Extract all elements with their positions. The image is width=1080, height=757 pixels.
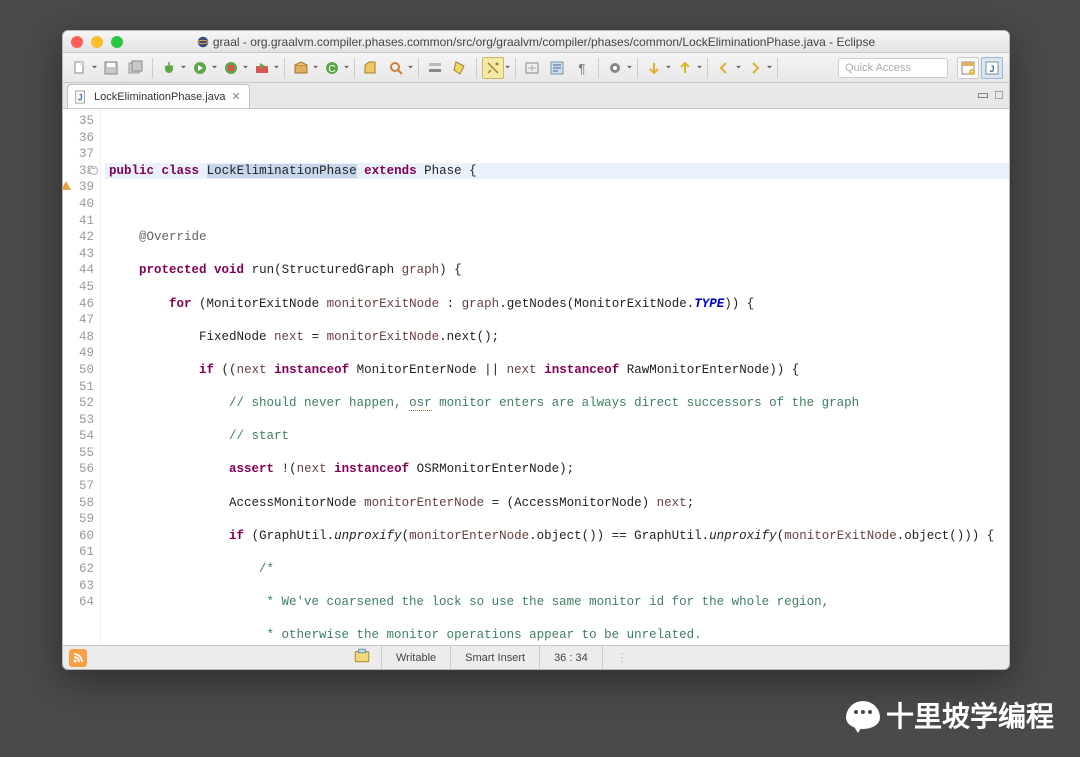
save-button[interactable] bbox=[100, 57, 122, 79]
save-all-button[interactable] bbox=[125, 57, 147, 79]
editor-tab[interactable]: J LockEliminationPhase.java ✕ bbox=[67, 84, 250, 108]
status-bar: Writable Smart Insert 36 : 34 ⋮ bbox=[63, 645, 1009, 669]
run-button[interactable] bbox=[189, 57, 211, 79]
maximize-view-icon[interactable]: □ bbox=[995, 87, 1003, 103]
fold-toggle[interactable]: − bbox=[89, 166, 98, 175]
new-package-button[interactable] bbox=[290, 57, 312, 79]
warning-icon[interactable] bbox=[63, 181, 71, 190]
back-button[interactable] bbox=[713, 57, 735, 79]
main-toolbar: C ¶ Quick Access + J bbox=[63, 53, 1009, 83]
svg-text:+: + bbox=[970, 70, 974, 76]
java-perspective-button[interactable]: J bbox=[981, 57, 1003, 79]
line-number-gutter: 35 36 37 38− 39 40 41 42 43 44 45 46 47 … bbox=[63, 109, 101, 645]
traffic-lights bbox=[71, 36, 123, 48]
minimize-view-icon[interactable]: ▭ bbox=[977, 87, 989, 103]
block-selection-button[interactable] bbox=[482, 57, 504, 79]
close-button[interactable] bbox=[71, 36, 83, 48]
toggle-word-wrap-button[interactable] bbox=[546, 57, 568, 79]
coverage-button[interactable] bbox=[220, 57, 242, 79]
svg-text:¶: ¶ bbox=[579, 61, 586, 76]
forward-button[interactable] bbox=[744, 57, 766, 79]
svg-text:J: J bbox=[78, 92, 83, 102]
cursor-position: 36 : 34 bbox=[539, 646, 602, 669]
new-button[interactable] bbox=[69, 57, 91, 79]
ext-tools-button[interactable] bbox=[251, 57, 273, 79]
open-type-button[interactable] bbox=[360, 57, 382, 79]
debug-button[interactable] bbox=[158, 57, 180, 79]
open-perspective-button[interactable]: + bbox=[957, 57, 979, 79]
tab-label: LockEliminationPhase.java bbox=[94, 91, 225, 103]
java-file-icon: J bbox=[74, 90, 88, 104]
code-editor[interactable]: 35 36 37 38− 39 40 41 42 43 44 45 46 47 … bbox=[63, 109, 1009, 645]
svg-text:J: J bbox=[989, 64, 994, 74]
next-annotation-button[interactable] bbox=[674, 57, 696, 79]
mark-occurrences-button[interactable] bbox=[449, 57, 471, 79]
watermark: 十里坡学编程 bbox=[846, 695, 1054, 735]
sync-button[interactable] bbox=[353, 647, 371, 668]
eclipse-icon bbox=[197, 36, 209, 48]
window-title: graal - org.graalvm.compiler.phases.comm… bbox=[63, 35, 1009, 49]
tab-close-icon[interactable]: ✕ bbox=[231, 90, 240, 103]
eclipse-window: graal - org.graalvm.compiler.phases.comm… bbox=[62, 30, 1010, 670]
show-whitespace-button[interactable] bbox=[521, 57, 543, 79]
titlebar: graal - org.graalvm.compiler.phases.comm… bbox=[63, 31, 1009, 53]
new-class-button[interactable]: C bbox=[321, 57, 343, 79]
status-divider: ⋮ bbox=[602, 646, 631, 669]
rss-icon[interactable] bbox=[69, 649, 87, 667]
selected-type: LockEliminationPhase bbox=[207, 164, 357, 178]
prev-annotation-button[interactable] bbox=[643, 57, 665, 79]
code-area[interactable]: public class LockEliminationPhase extend… bbox=[101, 109, 1009, 645]
insert-mode-status: Smart Insert bbox=[450, 646, 539, 669]
annotation-button[interactable] bbox=[604, 57, 626, 79]
svg-text:C: C bbox=[328, 64, 335, 75]
writable-status: Writable bbox=[381, 646, 450, 669]
search-button[interactable] bbox=[385, 57, 407, 79]
minimize-button[interactable] bbox=[91, 36, 103, 48]
maximize-button[interactable] bbox=[111, 36, 123, 48]
pin-button[interactable]: ¶ bbox=[571, 57, 593, 79]
toggle-breadcrumb-button[interactable] bbox=[424, 57, 446, 79]
quick-access-input[interactable]: Quick Access bbox=[838, 58, 948, 78]
editor-tabbar: J LockEliminationPhase.java ✕ ▭ □ bbox=[63, 83, 1009, 109]
perspective-switcher: + J bbox=[957, 57, 1003, 79]
wechat-icon bbox=[846, 701, 880, 729]
